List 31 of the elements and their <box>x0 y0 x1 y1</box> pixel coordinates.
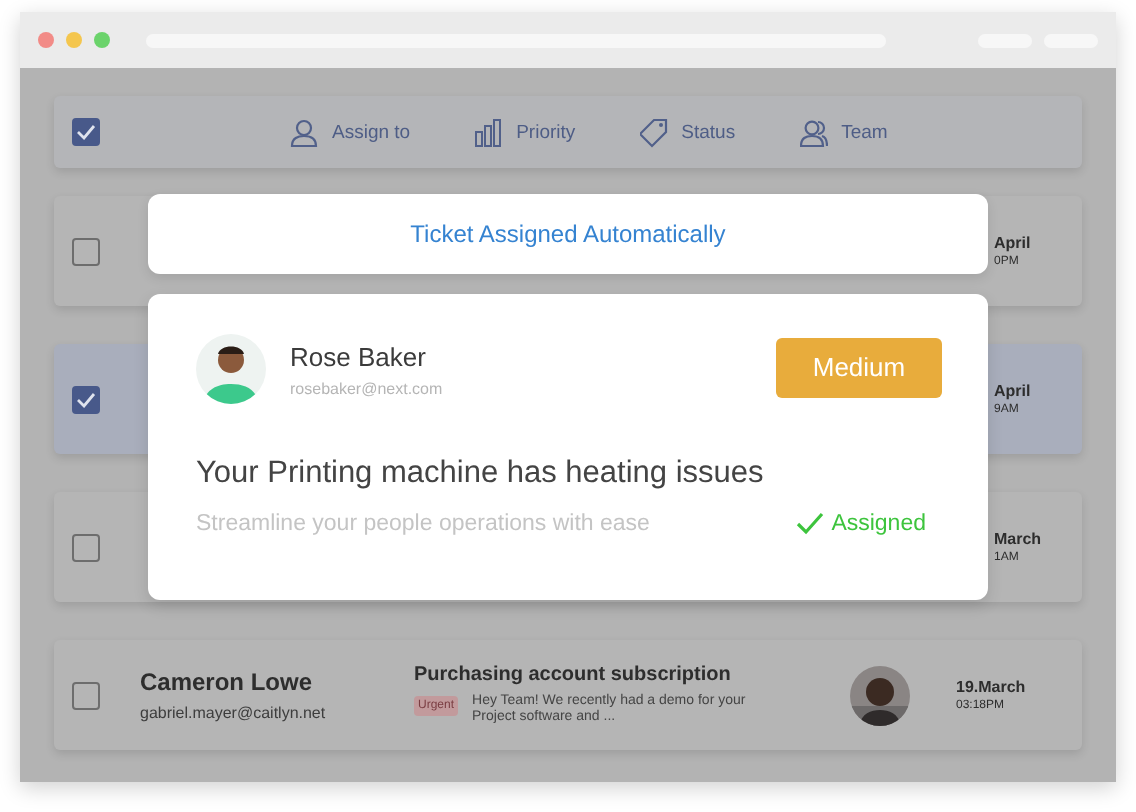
ticket-date: April <box>994 382 1033 400</box>
ticket-date: March <box>994 530 1044 548</box>
ticket-date: 19.March <box>956 678 1028 696</box>
checkbox[interactable] <box>72 533 100 561</box>
tag-icon <box>639 117 668 147</box>
assignee-name: Rose Baker <box>290 341 428 371</box>
checkbox[interactable] <box>72 118 100 146</box>
notification-title: Ticket Assigned Automatically <box>410 220 726 248</box>
contact-email: gabriel.mayer@caitlyn.net <box>140 704 328 722</box>
toolbar-button[interactable]: Assign to <box>290 117 411 147</box>
toolbar-button[interactable]: Status <box>639 117 736 147</box>
ticket-subject: Purchasing account subscription <box>414 663 733 686</box>
checkbox[interactable] <box>72 237 100 265</box>
check-icon <box>795 512 824 536</box>
ticket-date: April <box>994 234 1033 252</box>
checkbox[interactable] <box>72 681 100 709</box>
team-icon <box>799 117 828 147</box>
urgency-level-button[interactable]: Medium <box>776 337 942 397</box>
toolbar-button[interactable]: Priority <box>474 117 576 147</box>
toolbar-button[interactable]: Team <box>799 117 888 147</box>
checkbox[interactable] <box>72 385 100 413</box>
maximize-dot-icon[interactable] <box>94 32 110 48</box>
contact-name: Cameron Lowe <box>140 668 315 696</box>
person-icon <box>290 117 318 147</box>
assignee-email: rosebaker@next.com <box>290 379 445 397</box>
bar-chart-icon <box>474 117 503 147</box>
issue-description: Streamline your people operations with ease <box>196 512 650 536</box>
status-label: Assigned <box>831 512 926 536</box>
minimize-dot-icon[interactable] <box>66 32 82 48</box>
close-dot-icon[interactable] <box>38 32 54 48</box>
issue-title: Your Printing machine has heating issues <box>196 456 766 492</box>
